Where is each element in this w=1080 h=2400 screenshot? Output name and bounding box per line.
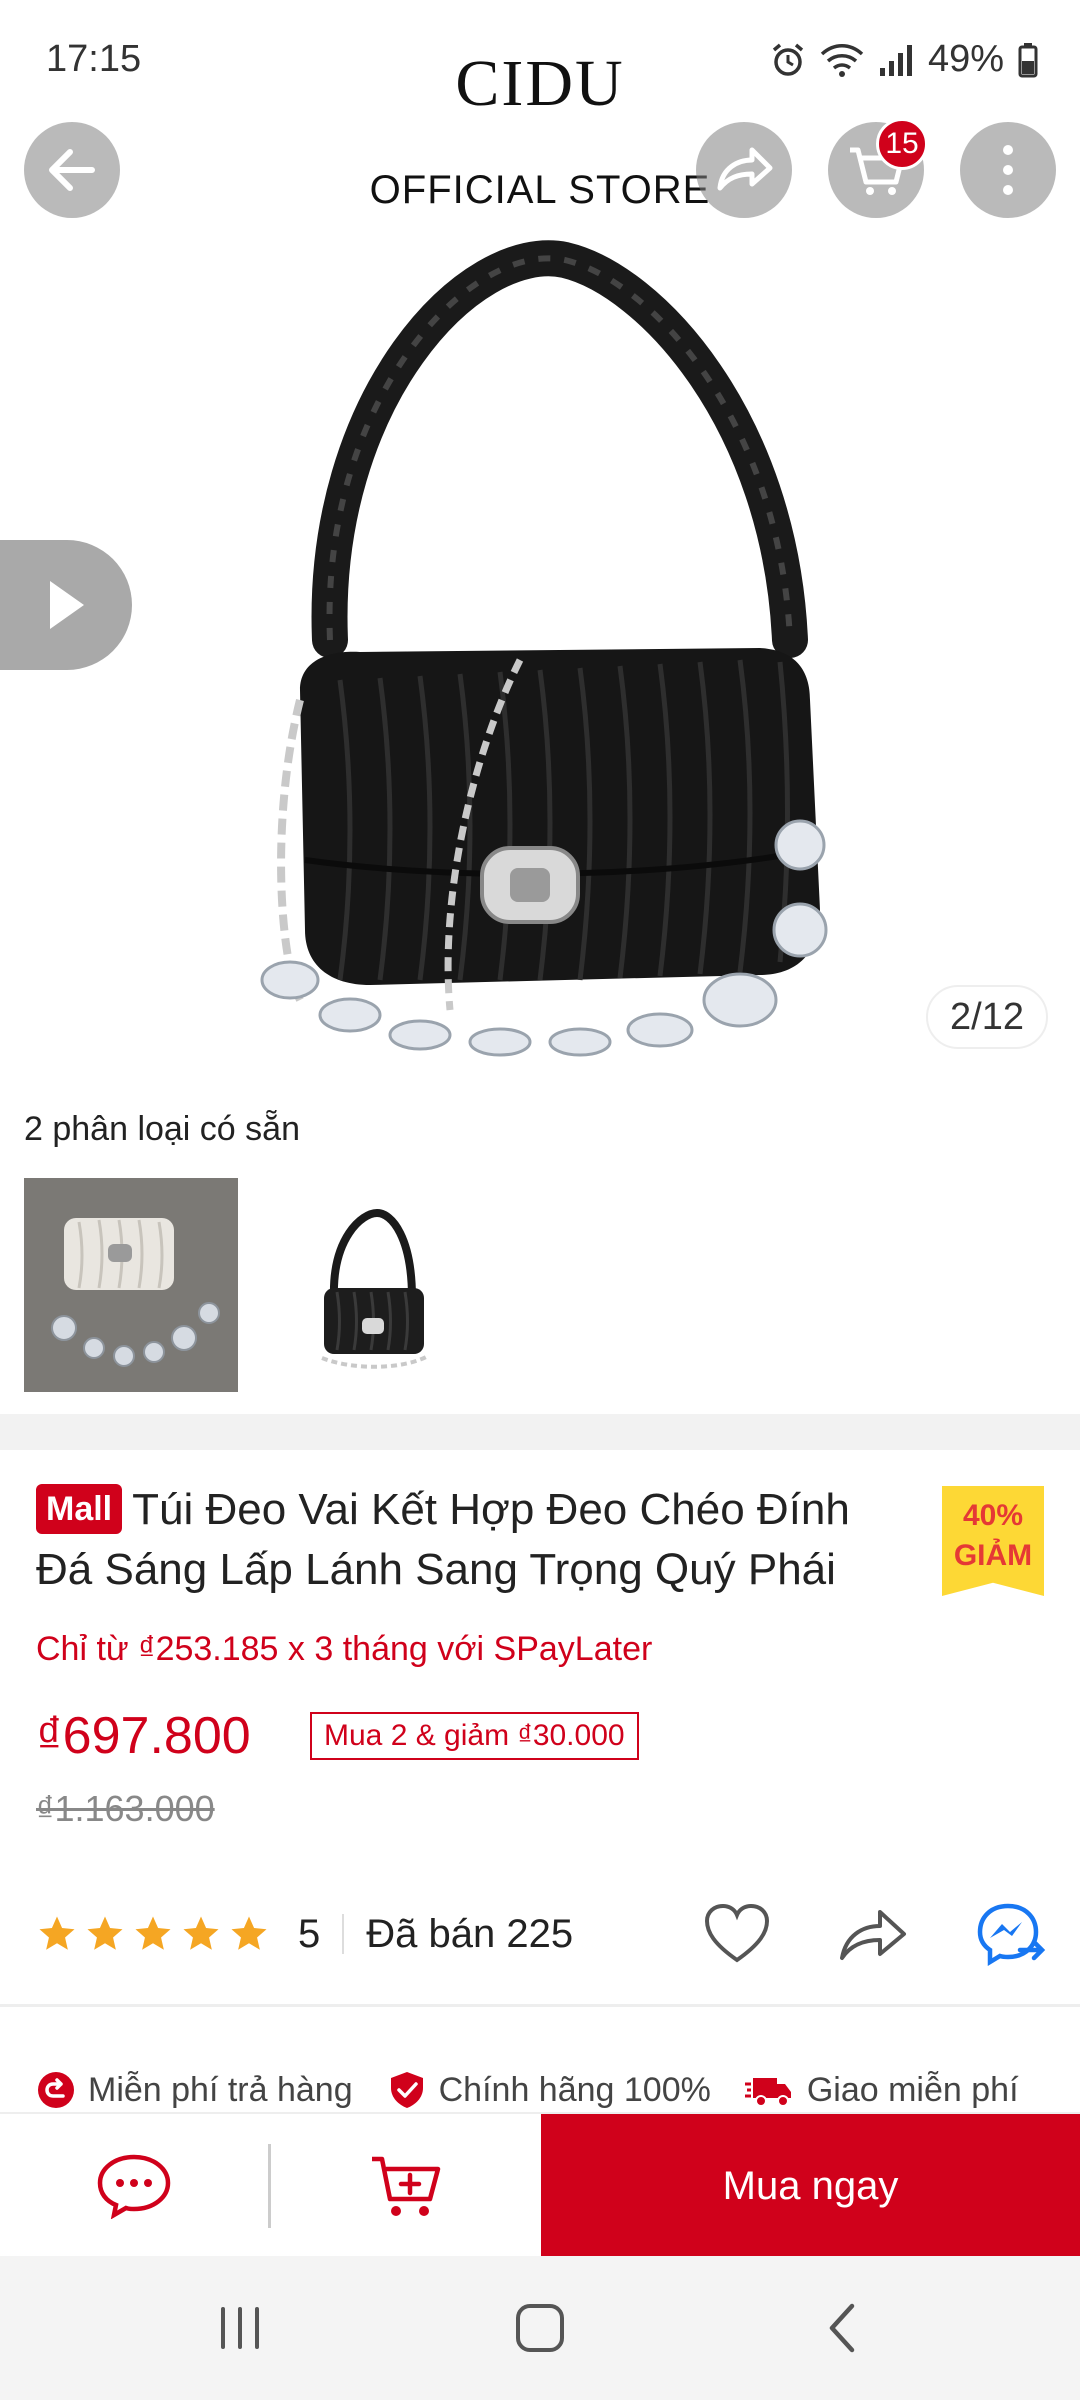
share-button[interactable]	[696, 122, 792, 218]
current-price: ₫697.800	[36, 1707, 251, 1765]
star-icon	[231, 1916, 267, 1950]
home-icon	[516, 2304, 564, 2352]
bottom-action-bar: Mua ngay	[0, 2112, 1080, 2258]
discount-label: GIẢM	[953, 1539, 1033, 1572]
rating-stars[interactable]	[36, 1913, 270, 1955]
play-icon	[50, 581, 84, 629]
battery-percent: 49%	[927, 38, 1004, 80]
image-counter: 2/12	[926, 985, 1048, 1049]
rating-value: 5	[298, 1911, 321, 1956]
wifi-icon	[820, 43, 864, 77]
variants-title: 2 phân loại có sẵn	[24, 1110, 300, 1148]
alarm-icon	[772, 43, 804, 76]
bundle-promo-tag[interactable]: Mua 2 & giảm ₫30.000	[310, 1712, 639, 1760]
system-back-button[interactable]	[802, 2292, 882, 2364]
battery-icon	[1018, 42, 1038, 77]
product-title-text: Túi Đeo Vai Kết Hợp Đeo Chéo Đính Đá Sán…	[36, 1485, 850, 1594]
variant-thumb-white[interactable]	[24, 1178, 238, 1392]
delivery-truck-icon	[744, 2078, 791, 2107]
add-to-cart-button[interactable]	[271, 2114, 541, 2258]
original-price: ₫1.163.000	[36, 1788, 215, 1829]
mall-badge: Mall	[36, 1484, 123, 1534]
share-arrow-icon	[717, 147, 773, 191]
section-divider	[0, 1414, 1080, 1450]
product-actions	[704, 1898, 1046, 1970]
rating-separator	[342, 1914, 345, 1954]
recent-apps-icon	[221, 2307, 259, 2349]
more-vertical-icon	[1003, 145, 1013, 195]
divider	[0, 2004, 1080, 2007]
play-video-button[interactable]	[0, 540, 132, 670]
product-title: Mall Túi Đeo Vai Kết Hợp Đeo Chéo Đính Đá…	[36, 1480, 916, 1600]
guarantee-label: Miễn phí trả hàng	[88, 2070, 353, 2109]
chat-bubble-icon	[97, 2154, 171, 2219]
status-icons: 49%	[770, 38, 1038, 81]
system-navigation-bar	[0, 2256, 1080, 2400]
back-button[interactable]	[24, 122, 120, 218]
white-bag-thumbnail	[24, 1178, 238, 1392]
buy-now-button[interactable]: Mua ngay	[541, 2114, 1080, 2258]
guarantee-label: Chính hãng 100%	[438, 2070, 711, 2109]
star-icon	[87, 1916, 123, 1950]
more-options-button[interactable]	[960, 122, 1056, 218]
heart-icon[interactable]	[704, 1904, 770, 1964]
discount-percent: 40%	[962, 1499, 1024, 1532]
cart-button[interactable]: 15	[828, 118, 928, 218]
add-to-cart-icon	[372, 2156, 441, 2216]
chevron-left-icon	[829, 2303, 855, 2353]
star-icon	[135, 1916, 171, 1950]
variant-thumb-black[interactable]	[262, 1178, 476, 1392]
spaylater-offer[interactable]: Chỉ từ ₫253.185 x 3 tháng với SPayLater	[36, 1630, 652, 1669]
guarantee-free-shipping: Giao miễn phí	[744, 2070, 1019, 2110]
share-icon[interactable]	[838, 1904, 908, 1964]
shield-check-icon	[390, 2072, 423, 2108]
star-icon	[39, 1916, 75, 1950]
variants-section: 2 phân loại có sẵn	[0, 1080, 1080, 1450]
status-bar: 17:15 49%	[0, 0, 1080, 120]
guarantee-row[interactable]: Miễn phí trả hàng Chính hãng 100% Giao m…	[36, 2060, 1076, 2120]
arrow-left-icon	[49, 149, 95, 191]
recent-apps-button[interactable]	[200, 2292, 280, 2364]
product-image-carousel[interactable]: CIDU OFFICIAL STORE 15 2/12	[0, 0, 1080, 1080]
chat-button[interactable]	[0, 2114, 268, 2258]
home-button[interactable]	[500, 2292, 580, 2364]
guarantee-free-return: Miễn phí trả hàng	[36, 2070, 353, 2110]
discount-tag: 40% GIẢM	[942, 1486, 1044, 1596]
signal-icon	[879, 44, 912, 76]
messenger-icon[interactable]	[976, 1902, 1046, 1966]
status-time: 17:15	[46, 38, 142, 80]
guarantee-label: Giao miễn phí	[806, 2070, 1019, 2109]
star-icon	[183, 1916, 219, 1950]
black-bag-thumbnail	[262, 1178, 476, 1392]
rating-row: 5 Đã bán 225	[36, 1898, 1046, 1970]
return-icon	[38, 2072, 74, 2108]
sold-count: Đã bán 225	[366, 1911, 574, 1956]
guarantee-authentic: Chính hãng 100%	[387, 2070, 711, 2110]
cart-count-badge: 15	[876, 118, 928, 170]
